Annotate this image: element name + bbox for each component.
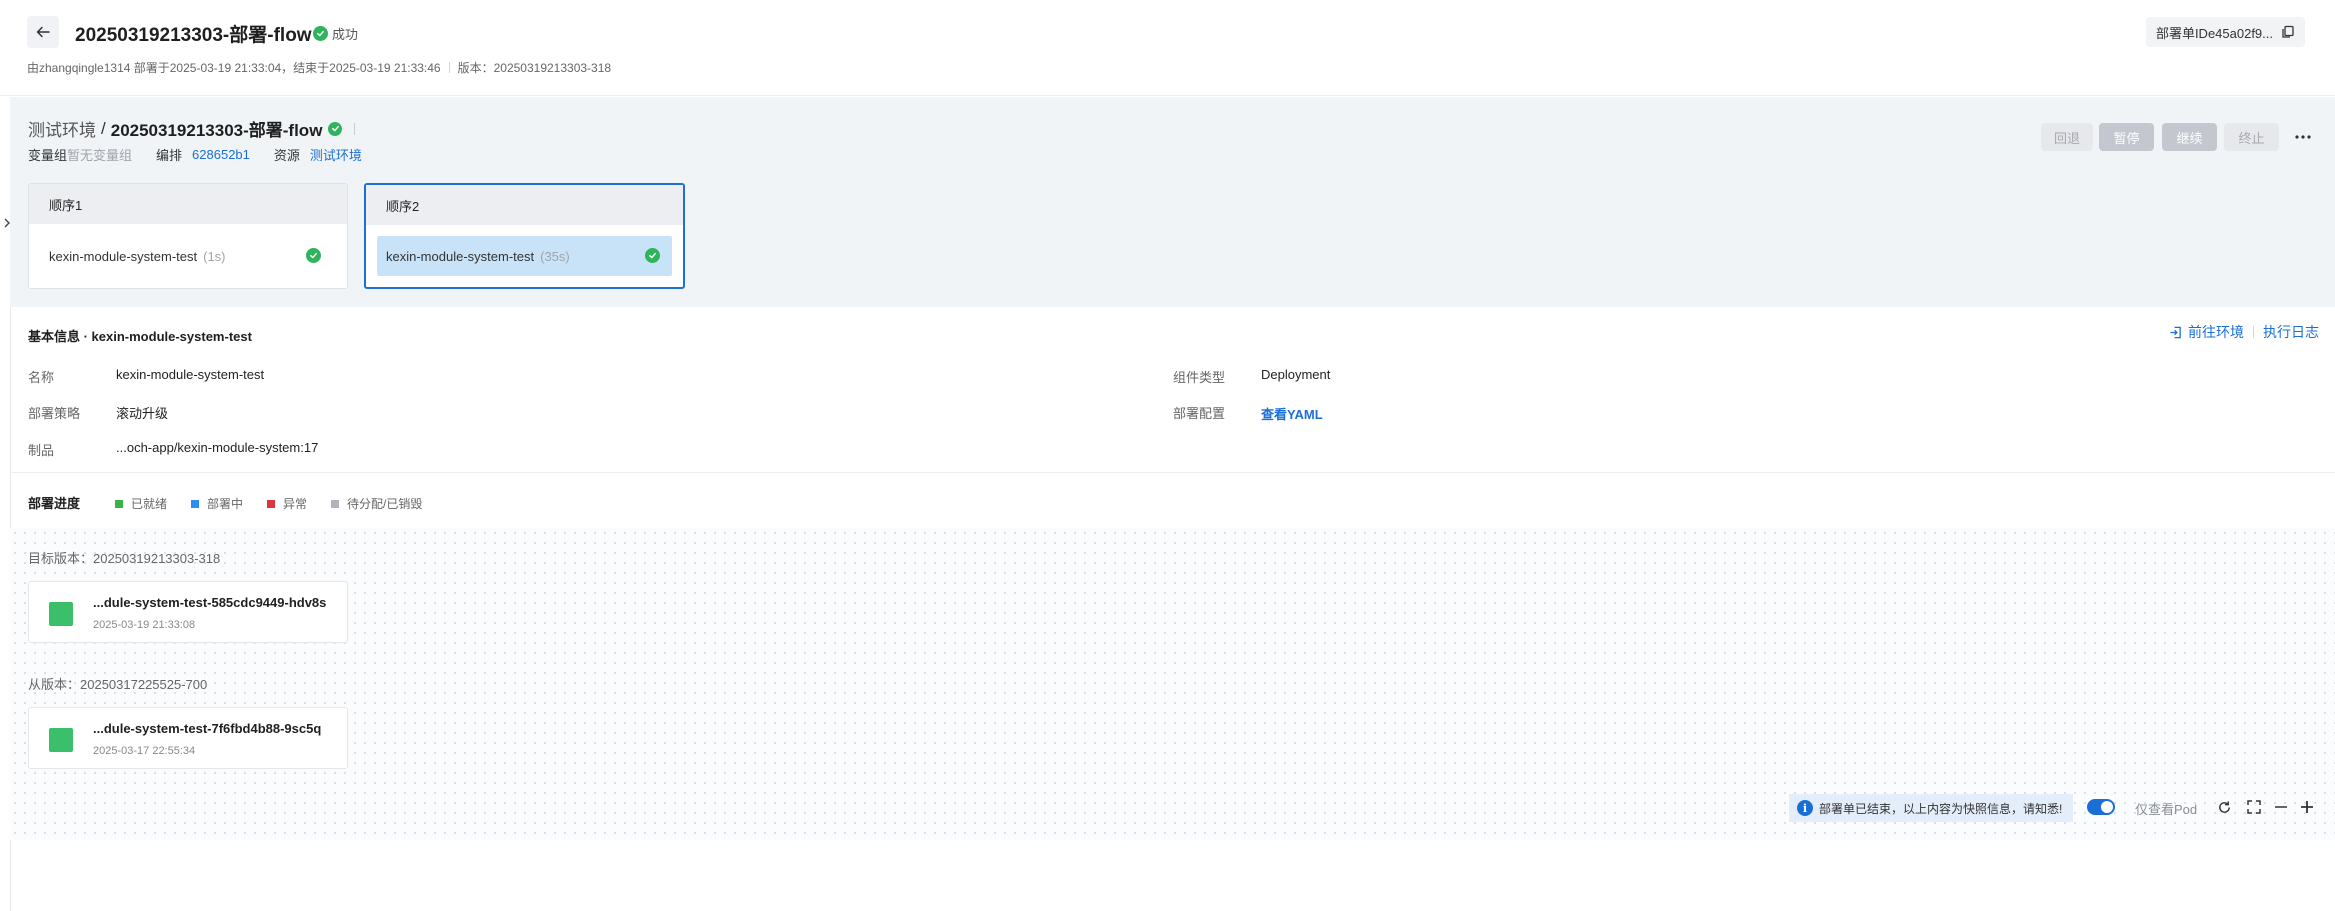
flow-name: 20250319213303-部署-flow: [110, 121, 323, 140]
stage-card-2: 顺序2 kexin-module-system-test (35s): [364, 183, 685, 289]
continue-button[interactable]: 继续: [2162, 123, 2217, 151]
pause-button[interactable]: 暂停: [2099, 123, 2154, 151]
pipeline-breadcrumb: 测试环境 / 20250319213303-部署-flow: [28, 116, 356, 141]
info-actions: 前往环境 执行日志: [2169, 322, 2319, 342]
orchestration-label: 编排: [156, 148, 183, 163]
zoom-out-icon[interactable]: [2271, 797, 2291, 817]
status-badge: 成功: [313, 24, 358, 43]
legend-swatch: [267, 499, 276, 508]
zoom-in-icon[interactable]: [2297, 797, 2317, 817]
var-group-label: 变量组: [28, 148, 68, 163]
notice-text: 部署单已结束，以上内容为快照信息，请知悉!: [1819, 801, 2063, 816]
orchestration-link[interactable]: 628652b1: [192, 147, 250, 162]
pod-only-label: 仅查看Pod: [2135, 802, 2198, 817]
deploy-id-chip[interactable]: 部署单IDe45a02f9...: [2145, 17, 2305, 47]
legend-label: 待分配/已销毁: [347, 497, 423, 511]
legend-item-deploying: 部署中: [191, 495, 243, 512]
back-button[interactable]: [27, 16, 59, 48]
pod-time: 2025-03-17 22:55:34: [93, 745, 196, 757]
pipeline-meta: 变量组 暂无变量组 编排 628652b1 资源 测试环境: [28, 145, 362, 164]
stage-job[interactable]: kexin-module-system-test (1s): [49, 236, 327, 276]
legend-swatch: [191, 499, 200, 508]
page-title: 20250319213303-部署-flow: [75, 25, 312, 46]
basic-info-title: 基本信息 · kexin-module-system-test: [28, 329, 252, 344]
job-name: kexin-module-system-test: [49, 248, 198, 264]
job-duration: (1s): [203, 248, 226, 264]
legend-label: 部署中: [207, 497, 244, 511]
pipeline-panel: [10, 97, 2335, 307]
pod-status-square: [49, 602, 73, 626]
snapshot-notice: i 部署单已结束，以上内容为快照信息，请知悉!: [1789, 794, 2073, 822]
actions-divider: [2253, 326, 2254, 338]
deploy-meta: 由zhangqingle1314 部署于2025-03-19 21:33:04，…: [27, 59, 611, 76]
legend-item-ready: 已就绪: [115, 495, 167, 512]
title-divider: [354, 122, 356, 135]
deploy-creator-info: 由zhangqingle1314 部署于2025-03-19 21:33:04，…: [27, 61, 441, 75]
pod-only-toggle[interactable]: [2087, 799, 2115, 815]
stage-job-selected[interactable]: kexin-module-system-test (35s): [377, 236, 672, 276]
component-type-label: 组件类型: [1173, 370, 1226, 385]
job-name: kexin-module-system-test: [386, 248, 535, 264]
target-version-label: 目标版本：20250319213303-318: [28, 551, 221, 566]
pod-card-from[interactable]: ...dule-system-test-7f6fbd4b88-9sc5q 202…: [28, 707, 348, 769]
env-name[interactable]: 测试环境: [28, 116, 96, 141]
deploy-version: 版本：20250319213303-318: [457, 61, 612, 75]
breadcrumb-separator: /: [101, 118, 106, 138]
config-label: 部署配置: [1173, 406, 1226, 421]
goto-env-link[interactable]: 前往环境: [2169, 322, 2244, 342]
component-type-value: Deployment: [1261, 367, 1331, 382]
stage-title: 顺序2: [366, 185, 683, 225]
name-label: 名称: [28, 370, 55, 385]
name-value: kexin-module-system-test: [116, 367, 265, 382]
progress-title: 部署进度: [28, 496, 81, 511]
toggle-knob: [2101, 801, 2113, 813]
resource-label: 资源: [273, 148, 300, 163]
rollback-button[interactable]: 回退: [2041, 123, 2093, 151]
page-header: 20250319213303-部署-flow 成功 由zhangqingle13…: [0, 0, 2335, 96]
meta-divider: [448, 62, 450, 73]
legend-label: 已就绪: [131, 497, 168, 511]
view-yaml-link[interactable]: 查看YAML: [1261, 404, 1323, 423]
resource-link[interactable]: 测试环境: [310, 145, 362, 164]
job-success-icon: [306, 248, 321, 263]
stage-card-1: 顺序1 kexin-module-system-test (1s): [28, 183, 348, 289]
job-duration: (35s): [540, 248, 570, 264]
section-divider: [10, 472, 2335, 473]
fullscreen-icon[interactable]: [2244, 797, 2264, 817]
job-success-icon: [645, 248, 660, 263]
more-options-icon[interactable]: [2292, 126, 2314, 148]
success-check-icon: [313, 26, 328, 41]
artifact-value: ...och-app/kexin-module-system:17: [116, 440, 319, 455]
strategy-label: 部署策略: [28, 406, 81, 421]
pod-card-target[interactable]: ...dule-system-test-585cdc9449-hdv8s 202…: [28, 581, 348, 643]
strategy-value: 滚动升级: [116, 406, 169, 421]
legend-swatch: [331, 499, 340, 508]
artifact-label: 制品: [28, 443, 55, 458]
legend-item-pending: 待分配/已销毁: [331, 495, 422, 512]
stage-title: 顺序1: [29, 184, 347, 224]
exec-log-link[interactable]: 执行日志: [2263, 322, 2319, 342]
pod-time: 2025-03-19 21:33:08: [93, 619, 196, 631]
login-icon: [2170, 326, 2181, 338]
pod-status-square: [49, 728, 73, 752]
var-group-value: 暂无变量组: [67, 148, 133, 163]
progress-legend: 已就绪 部署中 异常 待分配/已销毁: [115, 495, 446, 512]
deploy-id-text: 部署单IDe45a02f9...: [2155, 25, 2273, 41]
pod-name: ...dule-system-test-7f6fbd4b88-9sc5q: [93, 721, 322, 736]
flow-success-icon: [328, 121, 343, 136]
legend-swatch: [115, 499, 123, 508]
legend-item-error: 异常: [267, 495, 307, 512]
stop-button[interactable]: 终止: [2224, 123, 2279, 151]
status-text: 成功: [332, 27, 359, 42]
refresh-icon[interactable]: [2214, 797, 2234, 817]
copy-icon[interactable]: [2281, 25, 2295, 39]
goto-env-label: 前往环境: [2188, 324, 2244, 340]
info-icon: i: [1797, 800, 1813, 816]
from-version-label: 从版本：20250317225525-700: [28, 677, 208, 692]
legend-label: 异常: [283, 497, 308, 511]
arrow-left-icon: [36, 26, 50, 38]
pod-name: ...dule-system-test-585cdc9449-hdv8s: [93, 595, 327, 610]
